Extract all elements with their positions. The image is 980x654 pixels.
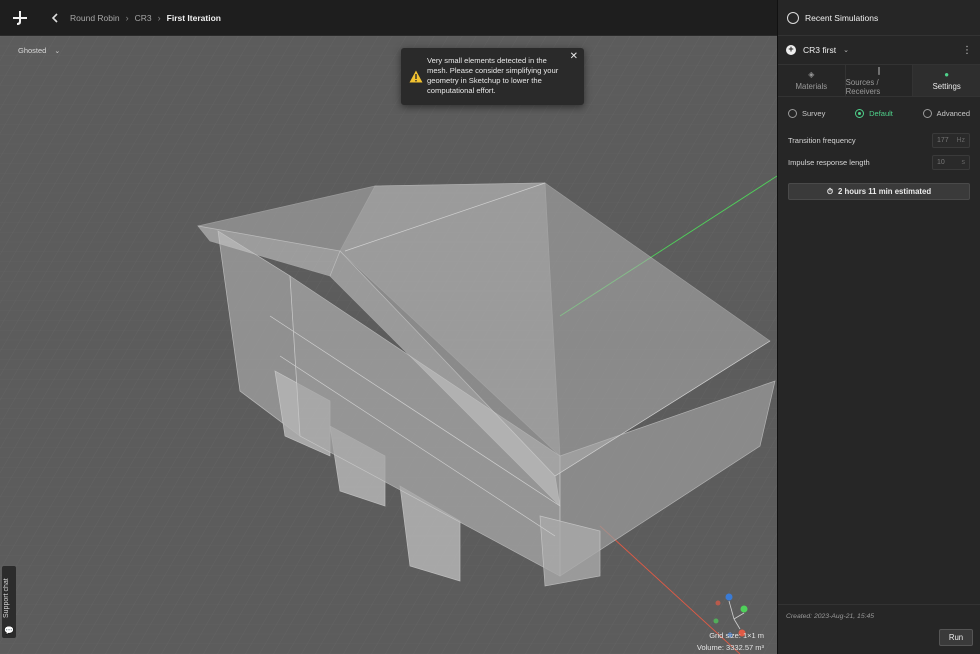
- breadcrumb-model[interactable]: CR3: [135, 13, 152, 23]
- mode-label: Advanced: [936, 108, 970, 118]
- simulation-selector[interactable]: + CR3 first ⌄ ⋮: [778, 36, 980, 65]
- top-bar: Round Robin › CR3 › First Iteration: [0, 0, 777, 36]
- field-label: Impulse response length: [788, 157, 870, 167]
- panel-header[interactable]: Recent Simulations: [778, 0, 980, 36]
- chevron-down-icon: ⌄: [843, 47, 849, 54]
- scene-canvas[interactable]: [0, 36, 777, 654]
- waveform-icon: ∥: [877, 65, 881, 75]
- mode-radio-group: Survey Default Advanced: [778, 97, 980, 129]
- model-viewport[interactable]: Ghosted ⌄ Very small elements detected i…: [0, 36, 777, 654]
- grid-size-label: Grid size: 1×1 m: [709, 631, 764, 640]
- impulse-response-input[interactable]: 10 s: [932, 154, 970, 170]
- transition-frequency-input[interactable]: 177 Hz: [932, 132, 970, 148]
- tab-settings[interactable]: ● Settings: [913, 65, 980, 96]
- simulation-panel: Recent Simulations + CR3 first ⌄ ⋮ ◈ Mat…: [777, 0, 980, 654]
- breadcrumb-separator: ›: [125, 12, 129, 23]
- breadcrumb-project[interactable]: Round Robin: [70, 13, 120, 23]
- support-chat-button[interactable]: Support chat 💬: [2, 566, 16, 638]
- chevron-left-icon: [51, 12, 58, 23]
- stopwatch-icon: ⏱: [826, 186, 833, 196]
- support-chat-label: Support chat: [3, 578, 10, 618]
- tab-label: Materials: [795, 82, 828, 91]
- mode-default[interactable]: Default: [855, 108, 893, 118]
- volume-label: Volume: 3332.57 m³: [696, 643, 764, 652]
- mode-label: Default: [869, 108, 893, 118]
- radio-button[interactable]: [922, 108, 932, 118]
- panel-title: Recent Simulations: [805, 12, 879, 23]
- z-axis-handle[interactable]: [725, 593, 733, 601]
- simulation-name: CR3 first: [803, 45, 837, 55]
- layers-icon: ◈: [808, 70, 815, 79]
- field-value: 10: [937, 158, 945, 166]
- app-logo[interactable]: [0, 0, 40, 36]
- estimate-badge: ⏱ 2 hours 11 min estimated: [788, 183, 970, 200]
- tab-sources-receivers[interactable]: ∥ Sources / Receivers: [846, 65, 914, 96]
- mode-advanced[interactable]: Advanced: [922, 108, 970, 118]
- mode-label: Survey: [802, 108, 826, 118]
- more-options-icon[interactable]: ⋮: [962, 45, 972, 56]
- impulse-response-row: Impulse response length 10 s: [778, 151, 980, 173]
- breadcrumb-current: First Iteration: [166, 12, 221, 23]
- view-mode-select[interactable]: Ghosted ⌄: [18, 46, 60, 55]
- radio-button[interactable]: [788, 108, 797, 118]
- breadcrumb: Round Robin › CR3 › First Iteration: [70, 13, 221, 23]
- close-icon[interactable]: ✕: [570, 52, 578, 62]
- transition-frequency-row: Transition frequency 177 Hz: [778, 129, 980, 151]
- chevron-down-icon: ⌄: [54, 47, 61, 55]
- tab-label: Sources / Receivers: [845, 77, 881, 96]
- back-button[interactable]: [40, 0, 70, 36]
- mode-survey[interactable]: Survey: [788, 108, 826, 118]
- panel-footer: Created: 2023-Aug-21, 15:45 Run: [778, 604, 980, 654]
- chat-icon: 💬: [4, 626, 14, 635]
- panel-tabs: ◈ Materials ∥ Sources / Receivers ● Sett…: [778, 65, 980, 97]
- field-label: Transition frequency: [788, 135, 856, 145]
- view-mode-label: Ghosted: [18, 46, 47, 55]
- toast-message: Very small elements detected in the mesh…: [427, 56, 559, 95]
- warning-toast: Very small elements detected in the mesh…: [401, 48, 584, 105]
- field-unit: Hz: [956, 136, 965, 144]
- y-axis-handle[interactable]: [740, 605, 748, 613]
- field-unit: s: [961, 158, 966, 166]
- plus-logo-icon: [13, 10, 27, 25]
- tab-materials[interactable]: ◈ Materials: [778, 65, 846, 96]
- add-simulation-icon[interactable]: +: [786, 45, 796, 55]
- history-icon: [787, 11, 799, 24]
- grid-info: Grid size: 1×1 m Volume: 3332.57 m³: [697, 630, 764, 654]
- warning-icon: [409, 70, 423, 83]
- tab-label: Settings: [932, 82, 961, 91]
- breadcrumb-separator: ›: [157, 12, 161, 23]
- settings-dot-icon: ●: [944, 70, 950, 79]
- run-button[interactable]: Run: [939, 629, 973, 646]
- field-value: 177: [937, 136, 949, 144]
- estimate-label: 2 hours 11 min estimated: [837, 187, 932, 196]
- created-timestamp: Created: 2023-Aug-21, 15:45: [786, 613, 875, 620]
- radio-button[interactable]: [855, 108, 865, 118]
